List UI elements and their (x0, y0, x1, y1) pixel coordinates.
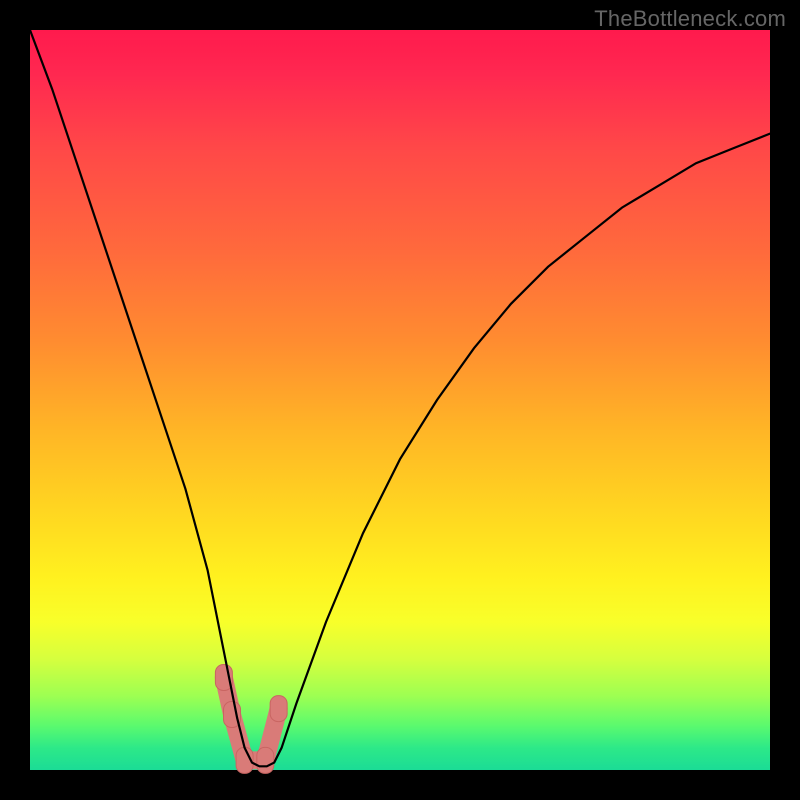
curve-svg (30, 30, 770, 770)
plot-area (30, 30, 770, 770)
watermark-text: TheBottleneck.com (594, 6, 786, 32)
bottleneck-curve (30, 30, 770, 766)
chart-frame: TheBottleneck.com (0, 0, 800, 800)
marker-range-floor-right (257, 747, 274, 773)
marker-range-end (270, 696, 287, 722)
